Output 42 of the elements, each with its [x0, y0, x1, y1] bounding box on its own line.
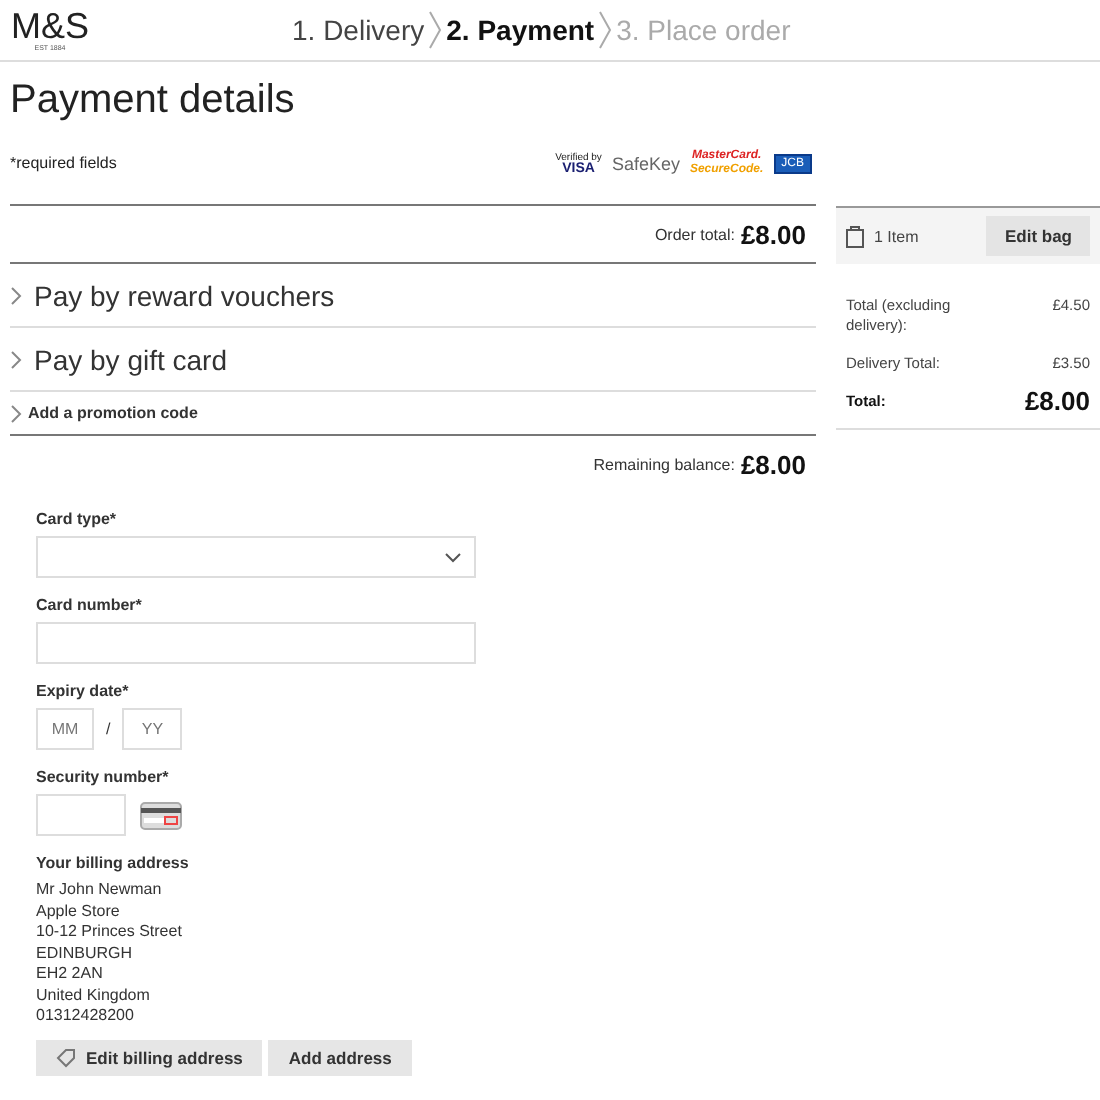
bag-icon	[846, 224, 864, 248]
date-separator: /	[106, 720, 111, 738]
address-line: Mr John Newman	[36, 880, 164, 901]
address-line: United Kingdom	[36, 985, 152, 1006]
month-field[interactable]: MM	[36, 708, 94, 750]
checkout-step[interactable]: 2. Payment	[446, 14, 595, 46]
section-link[interactable]: Pay by gift card	[34, 343, 227, 375]
order-total-label: Order total:	[654, 225, 735, 243]
remaining-balance-value: £8.00	[740, 449, 806, 479]
billing-heading: Your billing address	[36, 854, 191, 872]
dropdown-chevron-icon	[444, 551, 462, 563]
remaining-balance-label: Remaining balance:	[593, 455, 735, 473]
edit-address-button[interactable]: Edit billing address	[36, 1039, 263, 1075]
logo-text: M&S	[10, 7, 89, 43]
field-label: Card type*	[36, 510, 119, 528]
field-label: Expiry date*	[36, 682, 131, 700]
security-number-field[interactable]	[36, 794, 126, 836]
bag-item-count: 1 Item	[874, 227, 921, 245]
card-type-select[interactable]	[36, 536, 476, 578]
section-link[interactable]: Pay by reward vouchers	[34, 279, 335, 311]
card-number-field[interactable]	[36, 622, 476, 664]
section-link[interactable]: Add a promotion code	[28, 404, 198, 422]
edit-bag-button[interactable]: Edit bag	[986, 216, 1090, 256]
field-label: Card number*	[36, 596, 144, 614]
page-title: Payment details	[10, 78, 297, 122]
security-logo: SafeKey	[611, 157, 680, 169]
card-back-icon	[140, 801, 182, 829]
address-line: EDINBURGH	[36, 943, 135, 964]
order-total-value: £8.00	[740, 219, 806, 249]
address-line: 01312428200	[36, 1006, 136, 1027]
year-field[interactable]: YY	[122, 708, 183, 750]
checkout-step[interactable]: 1. Delivery	[292, 14, 425, 46]
field-label: Security number*	[36, 768, 171, 786]
step-chevron-icon	[598, 10, 613, 50]
address-line: Apple Store	[36, 901, 122, 922]
address-line: 10-12 Princes Street	[36, 922, 184, 943]
address-line: EH2 2AN	[36, 964, 105, 985]
summary-value: £8.00	[1024, 392, 1090, 412]
required-note: *required fields	[10, 154, 117, 172]
address-button[interactable]: Add address	[268, 1039, 412, 1075]
tag-icon	[56, 1047, 76, 1067]
step-chevron-icon	[428, 10, 443, 50]
